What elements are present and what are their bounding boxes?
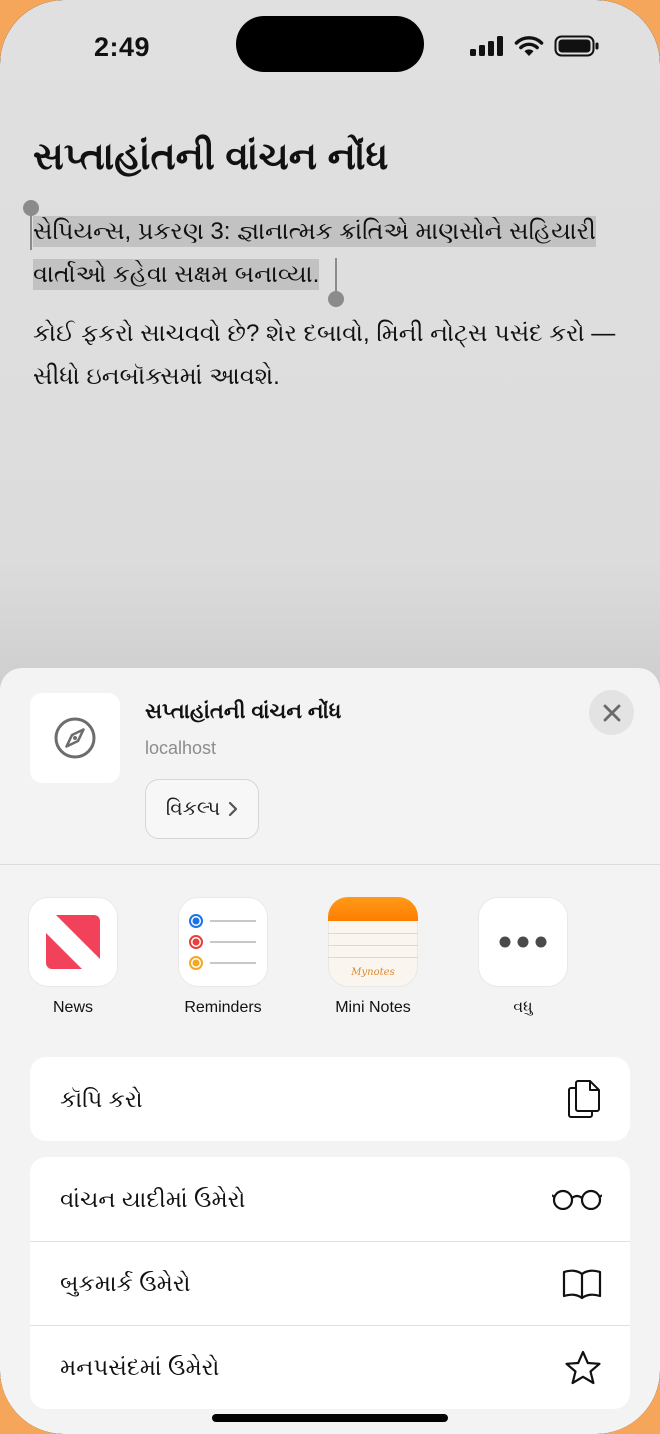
- book-icon: [562, 1269, 602, 1299]
- selected-text[interactable]: સેપિયન્સ, પ્રકરણ 3: જ્ઞાનાત્મક ક્રાંતિએ …: [33, 216, 596, 290]
- more-icon: [478, 897, 568, 987]
- action-label: બુકમાર્ક ઉમેરો: [60, 1270, 191, 1296]
- share-sheet: સપ્તાહાંતની વાંચન નોંધ localhost વિકલ્પ …: [0, 668, 660, 1434]
- selection-start-caret: [30, 212, 32, 250]
- app-label: Reminders: [184, 999, 262, 1016]
- share-sheet-subtitle: localhost: [145, 738, 217, 758]
- mini-notes-brand: Mynotes: [351, 967, 395, 978]
- action-label: કૉપિ કરો: [60, 1085, 143, 1112]
- header-divider: [0, 864, 660, 865]
- app-reminders[interactable]: Reminders: [148, 897, 298, 1017]
- selection-end-handle[interactable]: [328, 291, 344, 307]
- status-time: 2:49: [94, 32, 151, 62]
- action-label: વાંચન યાદીમાં ઉમેરો: [60, 1185, 246, 1212]
- page-title: સપ્તાહાંતની વાંચન નોંધ: [33, 136, 389, 178]
- action-copy[interactable]: કૉપિ કરો: [30, 1057, 630, 1141]
- mini-notes-icon: Mynotes: [328, 897, 418, 987]
- star-icon: [565, 1350, 601, 1384]
- dynamic-island: [236, 16, 424, 72]
- battery-icon: [554, 35, 599, 57]
- action-add-reading-list[interactable]: વાંચન યાદીમાં ઉમેરો: [30, 1157, 630, 1241]
- close-button[interactable]: [589, 690, 634, 735]
- app-more[interactable]: વધુ: [448, 897, 598, 1017]
- action-add-bookmark[interactable]: બુકમાર્ક ઉમેરો: [30, 1241, 630, 1325]
- app-label: News: [52, 999, 93, 1016]
- app-label: Mini Notes: [335, 999, 411, 1016]
- selection-end-caret: [335, 258, 337, 294]
- home-indicator[interactable]: [212, 1414, 448, 1422]
- action-group-copy: કૉપિ કરો: [30, 1057, 630, 1141]
- status-icons: [470, 35, 600, 57]
- wifi-icon: [514, 36, 544, 56]
- action-label: મનપસંદમાં ઉમેરો: [60, 1354, 220, 1380]
- options-button-label: વિકલ્પ: [165, 797, 221, 820]
- action-group-main: વાંચન યાદીમાં ઉમેરો બુકમાર્ક ઉમેરો મનપસં…: [30, 1157, 630, 1409]
- page-thumbnail: [30, 693, 120, 783]
- device-frame: 2:49 સપ્તાહાંતની વાંચન નોંધ સેપિયન્સ, પ્…: [0, 0, 660, 1434]
- app-news[interactable]: News: [0, 897, 148, 1017]
- app-label: વધુ: [513, 999, 533, 1016]
- options-button[interactable]: વિકલ્પ: [145, 779, 259, 839]
- screen: 2:49 સપ્તાહાંતની વાંચન નોંધ સેપિયન્સ, પ્…: [0, 0, 660, 1434]
- chevron-right-icon: [229, 801, 238, 817]
- reminders-icon: [178, 897, 268, 987]
- share-sheet-title: સપ્તાહાંતની વાંચન નોંધ: [145, 700, 342, 723]
- news-icon: [28, 897, 118, 987]
- action-add-favorites[interactable]: મનપસંદમાં ઉમેરો: [30, 1325, 630, 1409]
- selected-paragraph[interactable]: સેપિયન્સ, પ્રકરણ 3: જ્ઞાનાત્મક ક્રાંતિએ …: [33, 210, 633, 296]
- app-mini-notes[interactable]: Mynotes Mini Notes: [298, 897, 448, 1017]
- compass-icon: [54, 717, 96, 759]
- glasses-icon: [552, 1189, 602, 1210]
- close-icon: [603, 704, 620, 721]
- cellular-signal-icon: [470, 36, 503, 56]
- copy-icon: [568, 1080, 600, 1118]
- instructions-paragraph: કોઈ ફકરો સાચવવો છે? શેર દબાવો, મિની નોટ્…: [33, 320, 616, 390]
